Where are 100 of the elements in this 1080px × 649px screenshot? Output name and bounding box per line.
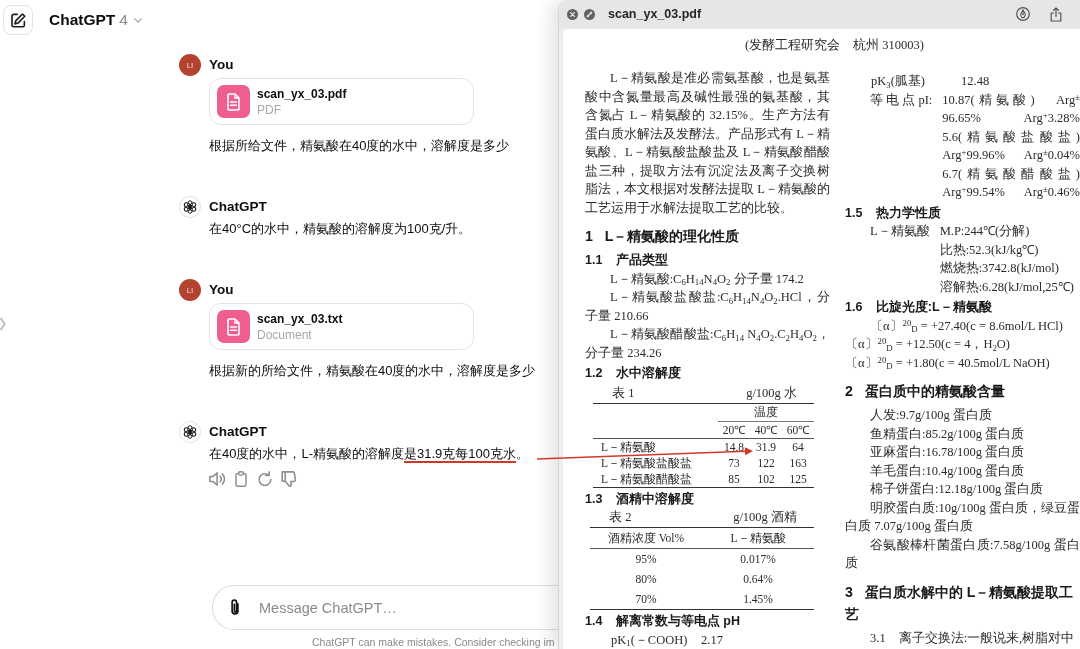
table-header-cell: 温度 [718, 403, 814, 422]
property-value: 12.48 [961, 73, 991, 90]
paragraph-text: L－精氨酸醋酸盐:C$_{6}$H$_{14}$ N$_{4}$O$_{2}$.C$_{2}$H$_{4}$O$_{2}$，分子量 234.26 [585, 326, 830, 362]
property-label: pK$_{1}$(－COOH) [611, 631, 689, 649]
paragraph-text: 〔α〕$^{20}$$_{D}$ = +1.80(c = 40.5mol/L NaOH) [845, 353, 1051, 372]
property-value: 5.6(精氨酸盐酸盐) [942, 128, 1080, 146]
author-name: ChatGPT [209, 423, 268, 441]
file-card[interactable]: scan_yx_03.txt Document [209, 303, 474, 350]
table-header-cell-text: 20℃ [721, 422, 747, 438]
table-header-cell-text: 60℃ [785, 422, 811, 438]
assistant-logo-icon [179, 196, 201, 218]
table-cell-text: 125 [788, 471, 808, 487]
table-header-cell-text: L－精氨酸 [729, 531, 787, 546]
file-type: Document [257, 326, 313, 343]
table-cell-text: 95% [634, 552, 658, 567]
refresh-icon[interactable] [257, 471, 273, 487]
table-cell-text: 14.8 [722, 439, 746, 455]
clipboard-icon[interactable] [233, 471, 249, 487]
table-cell-text: 85 [727, 471, 741, 487]
paragraph-text: 明胶蛋白质:10g/100g 蛋白质，绿豆蛋白质 7.07g/100g 蛋白质 [845, 499, 1080, 535]
table-cell-text: 1.45% [742, 592, 774, 607]
section-heading: 2 蛋白质中的精氨酸含量 [845, 382, 1006, 401]
table-cell-text: 64 [791, 439, 805, 455]
file-type: PDF [257, 101, 282, 118]
expand-icon[interactable] [584, 8, 595, 20]
property-label: 等 电 点 pI: [870, 91, 933, 109]
table-cell-text: 0.017% [739, 552, 777, 567]
paragraph-text: L－精氨酸:C$_{6}$H$_{14}$N$_{4}$O$_{2}$ 分子量 174.2 [609, 270, 805, 288]
property-value: M.P:244℃(分解) [939, 223, 1031, 240]
share-icon[interactable] [1050, 6, 1062, 22]
document-icon [217, 310, 250, 343]
chevron-down-icon [133, 17, 142, 23]
close-icon[interactable] [567, 8, 578, 20]
table-unit: g/100g 酒精 [733, 509, 797, 526]
thumbs-down-icon[interactable] [281, 471, 297, 487]
table-unit: g/100g 水 [746, 384, 797, 402]
message-text: 根据所给文件，精氨酸在40度的水中，溶解度是多少 [209, 137, 511, 155]
author-name: You [209, 281, 235, 299]
property-value: Arg$^{+}$99.96% Arg$^{±}$0.04% [942, 146, 1080, 164]
property-value: 6.7(精氨酸醋酸盐) [942, 165, 1080, 183]
paragraph-text: 谷氨酸棒杆菌蛋白质:7.58g/100g 蛋白质 [845, 536, 1080, 572]
table-header-cell-text: 酒精浓度 Vol% [606, 531, 686, 546]
property-label: pK$_{3}$(胍基) [871, 73, 926, 91]
subsection-heading: 1.1 产品类型 [585, 252, 669, 269]
paragraph-text: 羊毛蛋白:10.4g/100g 蛋白质 [869, 462, 1026, 480]
property-value: 溶解热:6.28(kJ/mol,25℃) [939, 278, 1075, 296]
paragraph-text: 人发:9.7g/100g 蛋白质 [869, 407, 993, 424]
table-cell-text: 122 [756, 455, 776, 471]
paragraph-text: L－精氨酸是准必需氨基酸，也是氨基酸中含氮量最高及碱性最强的氨基酸，其含氮占 L－精氨酸的 32.15%。生产方法有蛋白质水解法及发酵法。产品形式有 L－精氨酸、L－精氨酸盐酸盐及 L－精氨酸醋酸盐三种，提取方法有沉淀法及离子交换树脂法，本文根据对发酵法提取 L－精氨酸的工艺运用于水解法提取工艺的比较。 [585, 70, 830, 217]
property-label: L－精氨酸 [870, 223, 930, 240]
table-cell-text: L－精氨酸醋酸盐 [600, 471, 694, 487]
paragraph-text: L－精氨酸盐酸盐:C$_{6}$H$_{14}$N$_{4}$O$_{2}$.HCl，分子量 210.66 [585, 289, 830, 325]
message-input[interactable]: Message ChatGPT… [212, 585, 558, 630]
subsection-heading: 1.5 热力学性质 [845, 204, 942, 222]
document-icon [217, 85, 250, 118]
subsection-heading: 1.6 比旋光度:L－精氨酸 [845, 298, 993, 316]
new-chat-button[interactable] [3, 5, 33, 35]
message-text: 在40度的水中，L-精氨酸的溶解度是31.9克每100克水。 [209, 445, 531, 465]
property-value: 比热:52.3(kJ/kg℃) [939, 241, 1040, 259]
table-cell-text: 31.9 [754, 439, 778, 455]
property-value: Arg$^{+}$99.54% Arg$^{±}$0.46% [942, 183, 1080, 201]
file-name: scan_yx_03.txt [257, 310, 343, 327]
paragraph-text: 鱼精蛋白:85.2g/100g 蛋白质 [869, 425, 1026, 443]
table-caption: 表 1 [612, 384, 635, 402]
property-value: 10.87(精氨酸) Arg$^{±}$ [942, 90, 1080, 109]
author-name: You [209, 56, 235, 74]
file-name: scan_yx_03.pdf [257, 85, 347, 102]
table-cell-text: 0.64% [742, 572, 774, 587]
speaker-icon[interactable] [209, 471, 225, 487]
table-cell-text: 73 [727, 455, 741, 471]
message-text: 根据新的所给文件，精氨酸在40度的水中，溶解度是多少 [209, 362, 537, 380]
file-card[interactable]: scan_yx_03.pdf PDF [209, 78, 474, 125]
paperclip-icon[interactable] [231, 599, 239, 615]
paragraph-text: 〔α〕$^{20}$$_{D}$ = +12.50(c = 4，H$_{2}$O) [845, 335, 1011, 354]
pen-nib-icon[interactable] [1016, 7, 1030, 21]
user-avatar: LI [179, 279, 201, 301]
table-cell-text: L－精氨酸 [600, 439, 658, 455]
table-cell-text: 102 [756, 471, 776, 487]
author-name: ChatGPT [209, 198, 268, 216]
paragraph-text: 亚麻蛋白:16.78/100g 蛋白质 [869, 444, 1026, 461]
paragraph-text: 3.1 离子交换法:一般说来,树脂对中 [869, 629, 1076, 647]
table-cell-text: L－精氨酸盐酸盐 [600, 455, 694, 471]
property-value: 燃烧热:3742.8(kJ/mol) [939, 260, 1060, 277]
table-cell-text: 70% [634, 592, 658, 607]
table-cell-text: 80% [634, 572, 658, 587]
subsection-heading: 1.2 水中溶解度 [585, 364, 682, 382]
edit-icon [10, 12, 26, 28]
assistant-logo-icon [179, 421, 201, 443]
subsection-heading: 1.4 解离常数与等电点 pH [585, 612, 741, 630]
disclaimer-text: ChatGPT can make mistakes. Consider checking im [311, 635, 556, 649]
user-avatar: LI [179, 54, 201, 76]
window-title: scan_yx_03.pdf [608, 7, 702, 21]
subsection-heading: 1.3 酒精中溶解度 [585, 490, 695, 508]
table-caption: 表 2 [609, 509, 632, 526]
affiliation-text: (发酵工程研究会 杭州 310003) [744, 37, 925, 54]
table-header-cell-text: 40℃ [753, 422, 779, 438]
paragraph-text: 棉子饼蛋白:12.18g/100g 蛋白质 [869, 481, 1045, 498]
model-selector[interactable]: ChatGPT 4 [49, 11, 142, 29]
paragraph-text: 〔α〕$^{20}$$_{D}$ = +27.40(c = 8.6mol/L HCl) [869, 316, 1064, 335]
property-value: 96.65% Arg$^{+}$3.28% [942, 109, 1080, 127]
